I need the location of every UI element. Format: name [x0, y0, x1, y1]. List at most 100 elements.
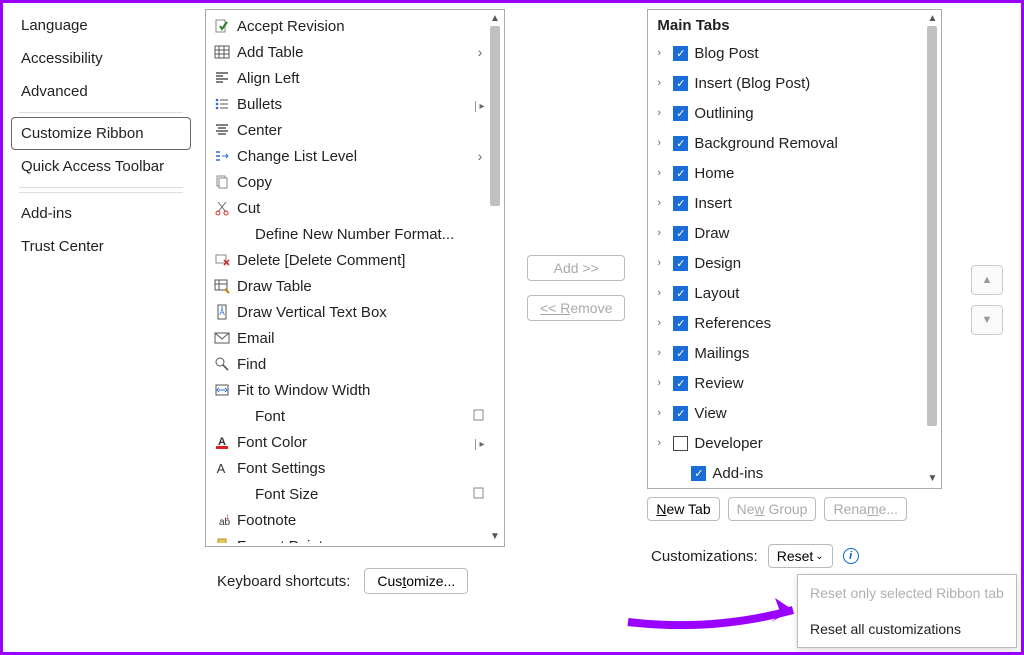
listlevel-icon [213, 148, 231, 164]
tab-background-removal[interactable]: ›✓Background Removal [651, 128, 925, 158]
expand-chevron-icon[interactable]: › [657, 437, 667, 449]
sidebar-item-quick-access-toolbar[interactable]: Quick Access Toolbar [11, 150, 191, 183]
tab-checkbox[interactable]: ✓ [673, 346, 688, 361]
command-email[interactable]: Email [209, 325, 488, 351]
reset-selected-tab-item[interactable]: Reset only selected Ribbon tab [798, 575, 1016, 611]
rename-button[interactable]: Rename... [824, 497, 907, 521]
customize-kb-button[interactable]: Customize... [364, 568, 468, 594]
tab-home[interactable]: ›✓Home [651, 158, 925, 188]
add-button[interactable]: Add >> [527, 255, 625, 281]
tab-blog-post[interactable]: ›✓Blog Post [651, 38, 925, 68]
command-font-color[interactable]: AFont Color▸ [209, 429, 488, 455]
tab-checkbox[interactable] [673, 436, 688, 451]
command-accept-revision[interactable]: Accept Revision [209, 13, 488, 39]
expand-chevron-icon[interactable]: › [657, 347, 667, 359]
tab-checkbox[interactable]: ✓ [673, 46, 688, 61]
tab-draw[interactable]: ›✓Draw [651, 218, 925, 248]
expand-chevron-icon[interactable]: › [657, 47, 667, 59]
tab-label: Design [694, 255, 741, 272]
tab-checkbox[interactable]: ✓ [673, 166, 688, 181]
sidebar-item-customize-ribbon[interactable]: Customize Ribbon [11, 117, 191, 150]
remove-button[interactable]: << Remove [527, 295, 625, 321]
new-group-button[interactable]: New Group [728, 497, 817, 521]
tab-checkbox[interactable]: ✓ [673, 106, 688, 121]
reset-all-item[interactable]: Reset all customizations [798, 611, 1016, 647]
scroll-up-arrow[interactable]: ▲ [925, 12, 939, 26]
expand-chevron-icon[interactable]: › [657, 407, 667, 419]
tab-outlining[interactable]: ›✓Outlining [651, 98, 925, 128]
expand-chevron-icon[interactable]: › [657, 317, 667, 329]
scroll-thumb[interactable] [490, 26, 500, 206]
scroll-thumb[interactable] [927, 26, 937, 426]
command-font-size[interactable]: Font Size [209, 481, 488, 507]
command-center[interactable]: Center [209, 117, 488, 143]
command-font[interactable]: Font [209, 403, 488, 429]
move-up-button[interactable]: ▲ [971, 265, 1003, 295]
command-label: Delete [Delete Comment] [237, 252, 466, 269]
sidebar-item-accessibility[interactable]: Accessibility [11, 42, 191, 75]
tab-checkbox[interactable]: ✓ [673, 136, 688, 151]
tab-insert-blog-post-[interactable]: ›✓Insert (Blog Post) [651, 68, 925, 98]
tab-label: Mailings [694, 345, 749, 362]
sidebar-item-advanced[interactable]: Advanced [11, 75, 191, 108]
command-cut[interactable]: Cut [209, 195, 488, 221]
expand-chevron-icon[interactable]: › [657, 167, 667, 179]
scroll-down-arrow[interactable]: ▼ [488, 530, 502, 544]
sidebar-item-language[interactable]: Language [11, 9, 191, 42]
expand-chevron-icon[interactable]: › [657, 377, 667, 389]
commands-scrollbar[interactable]: ▲ ▼ [488, 12, 502, 544]
reset-dropdown[interactable]: Reset⌄ [768, 544, 833, 568]
tab-checkbox[interactable]: ✓ [673, 406, 688, 421]
tab-mailings[interactable]: › ✓ Mailings [651, 338, 925, 368]
command-footnote[interactable]: ab1Footnote [209, 507, 488, 533]
command-copy[interactable]: Copy [209, 169, 488, 195]
command-font-settings[interactable]: AFont Settings [209, 455, 488, 481]
tab-references[interactable]: ›✓References [651, 308, 925, 338]
tab-checkbox[interactable]: ✓ [673, 76, 688, 91]
command-align-left[interactable]: Align Left [209, 65, 488, 91]
expand-chevron-icon[interactable]: › [657, 227, 667, 239]
scroll-down-arrow[interactable]: ▼ [925, 472, 939, 486]
tab-checkbox[interactable]: ✓ [673, 256, 688, 271]
fitwindow-icon [213, 382, 231, 398]
new-tab-button[interactable]: New Tab [647, 497, 719, 521]
tab-checkbox[interactable]: ✓ [673, 226, 688, 241]
tab-layout[interactable]: ›✓Layout [651, 278, 925, 308]
tab-checkbox[interactable]: ✓ [673, 316, 688, 331]
tab-add-ins[interactable]: ✓Add-ins [651, 458, 925, 485]
tab-checkbox[interactable]: ✓ [691, 466, 706, 481]
tab-developer[interactable]: ›Developer [651, 428, 925, 458]
sidebar-item-trust-center[interactable]: Trust Center [11, 230, 191, 263]
sidebar-item-add-ins[interactable]: Add-ins [11, 197, 191, 230]
tab-checkbox[interactable]: ✓ [673, 376, 688, 391]
info-icon[interactable]: i [843, 548, 859, 564]
command-define-new-number-format-[interactable]: Define New Number Format... [209, 221, 488, 247]
expand-chevron-icon[interactable]: › [657, 287, 667, 299]
command-draw-table[interactable]: Draw Table [209, 273, 488, 299]
scroll-up-arrow[interactable]: ▲ [488, 12, 502, 26]
tabs-scrollbar[interactable]: ▲ ▼ [925, 12, 939, 486]
expand-chevron-icon[interactable]: › [657, 137, 667, 149]
command-format-painter[interactable]: Format Painter [209, 533, 488, 543]
tab-insert[interactable]: ›✓Insert [651, 188, 925, 218]
command-label: Email [237, 330, 466, 347]
command-fit-to-window-width[interactable]: Fit to Window Width [209, 377, 488, 403]
command-draw-vertical-text-box[interactable]: ADraw Vertical Text Box [209, 299, 488, 325]
tab-label: View [694, 405, 726, 422]
command-find[interactable]: Find [209, 351, 488, 377]
command-bullets[interactable]: Bullets▸ [209, 91, 488, 117]
tab-checkbox[interactable]: ✓ [673, 196, 688, 211]
command-label: Find [237, 356, 466, 373]
move-down-button[interactable]: ▼ [971, 305, 1003, 335]
expand-chevron-icon[interactable]: › [657, 197, 667, 209]
tab-review[interactable]: ›✓Review [651, 368, 925, 398]
command-delete-delete-comment-[interactable]: Delete [Delete Comment] [209, 247, 488, 273]
tab-design[interactable]: › ✓ Design [651, 248, 925, 278]
tab-view[interactable]: › ✓ View [651, 398, 925, 428]
command-add-table[interactable]: Add Table› [209, 39, 488, 65]
expand-chevron-icon[interactable]: › [657, 257, 667, 269]
tab-checkbox[interactable]: ✓ [673, 286, 688, 301]
expand-chevron-icon[interactable]: › [657, 107, 667, 119]
command-change-list-level[interactable]: Change List Level› [209, 143, 488, 169]
expand-chevron-icon[interactable]: › [657, 77, 667, 89]
